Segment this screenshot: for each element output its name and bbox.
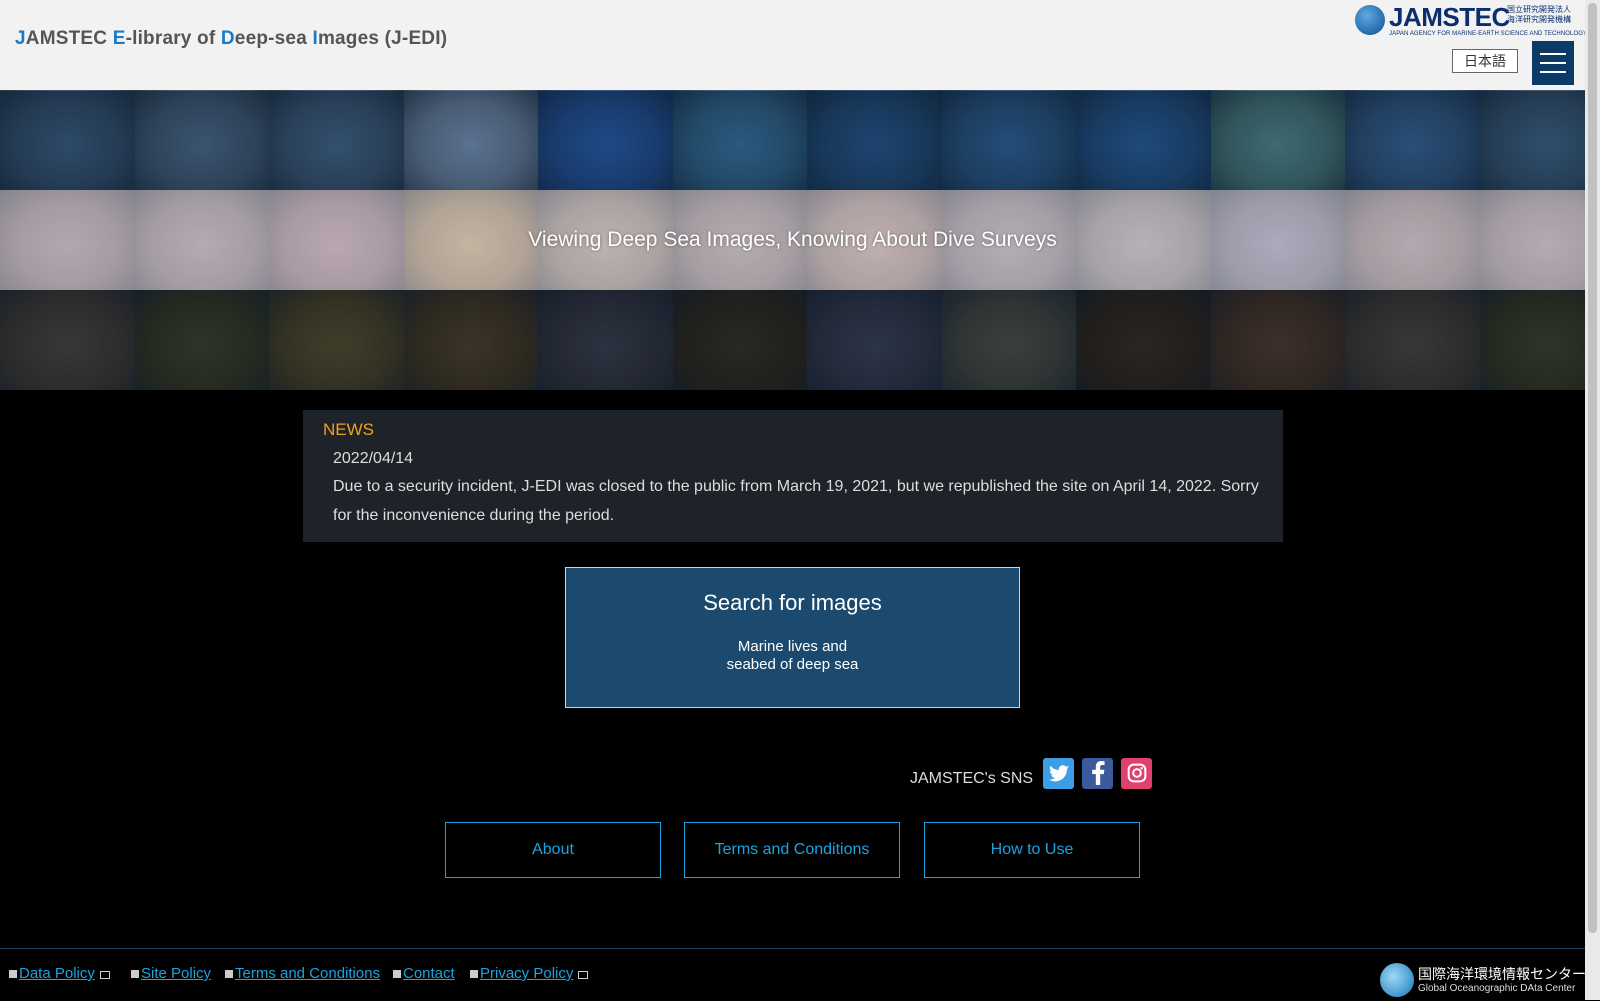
jamstec-logo-sub: JAPAN AGENCY FOR MARINE-EARTH SCIENCE AN… <box>1389 31 1588 37</box>
jamstec-logo-jp: 国立研究開発法人 海洋研究開発機構 <box>1507 5 1571 24</box>
instagram-icon[interactable] <box>1121 757 1153 789</box>
hero-image-tile <box>538 290 673 390</box>
site-title-part: eep-sea <box>234 28 313 49</box>
hero-image-tile <box>269 90 404 190</box>
hamburger-menu-icon <box>1540 53 1566 55</box>
site-title-part: D <box>220 28 235 49</box>
sns-label: JAMSTEC's SNS <box>910 770 1034 787</box>
about-button[interactable]: About <box>445 822 661 878</box>
scrollbar-thumb[interactable] <box>1588 3 1597 933</box>
hero-image-tile <box>672 290 807 390</box>
footer-link-label[interactable]: Terms and Conditions <box>235 965 380 982</box>
footer-link-label[interactable]: Site Policy <box>141 965 211 982</box>
site-title-part: AMSTEC <box>25 28 113 49</box>
footer-link-privacy-policy[interactable]: Privacy Policy <box>470 965 589 982</box>
page-scrollbar[interactable] <box>1585 0 1600 1000</box>
hero-image-tile <box>269 290 404 390</box>
hero-image-tile <box>941 290 1076 390</box>
godac-logo-en: Global Oceanographic DAta Center <box>1418 983 1576 994</box>
hero-image-tile <box>0 90 135 190</box>
search-images-subtitle: Marine lives and seabed of deep sea <box>726 638 859 673</box>
hamburger-menu-icon <box>1540 71 1566 73</box>
site-title-part: J <box>15 28 26 49</box>
bullet-square-icon <box>470 970 478 978</box>
bullet-square-icon <box>225 970 233 978</box>
jamstec-logo[interactable]: JAMSTEC 国立研究開発法人 海洋研究開発機構 JAPAN AGENCY F… <box>1355 2 1587 39</box>
hero-image-tile <box>1345 290 1480 390</box>
hero-image-tile <box>941 90 1076 190</box>
hero-image-tile <box>1076 90 1211 190</box>
site-title-part: mages (J-EDI) <box>317 28 448 49</box>
external-link-icon <box>99 971 110 979</box>
search-images-title: Search for images <box>703 590 882 615</box>
godac-logo[interactable]: 国際海洋環境情報センター Global Oceanographic DAta C… <box>1380 963 1586 999</box>
twitter-icon[interactable] <box>1043 757 1075 789</box>
footer-link-terms[interactable]: Terms and Conditions <box>225 965 380 982</box>
language-toggle-button[interactable]: 日本語 <box>1452 49 1518 73</box>
site-title[interactable]: JAMSTEC E-library of Deep-sea Images (J-… <box>15 28 447 50</box>
news-panel: NEWS 2022/04/14 Due to a security incide… <box>303 410 1283 542</box>
godac-logo-mark-icon <box>1380 963 1414 997</box>
footer-link-label[interactable]: Contact <box>403 965 455 982</box>
sns-bar: JAMSTEC's SNS <box>910 757 1160 789</box>
hero-banner: Viewing Deep Sea Images, Knowing About D… <box>0 90 1585 390</box>
footer-link-label[interactable]: Privacy Policy <box>480 965 573 982</box>
news-body: Due to a security incident, J-EDI was cl… <box>333 478 1259 524</box>
terms-and-conditions-button[interactable]: Terms and Conditions <box>684 822 900 878</box>
hero-image-tile <box>134 90 269 190</box>
hero-image-tile <box>672 90 807 190</box>
hero-image-tile <box>807 290 942 390</box>
bullet-square-icon <box>131 970 139 978</box>
hero-image-tile <box>1210 90 1345 190</box>
search-images-button[interactable]: Search for images Marine lives and seabe… <box>565 567 1020 708</box>
news-date: 2022/04/14 <box>333 450 414 467</box>
jamstec-logo-mark-icon <box>1355 5 1385 35</box>
external-link-icon <box>578 971 589 979</box>
footer-link-site-policy[interactable]: Site Policy <box>131 965 211 982</box>
news-heading: NEWS <box>323 420 374 439</box>
hamburger-menu-button[interactable] <box>1532 41 1574 85</box>
footer-link-contact[interactable]: Contact <box>393 965 455 982</box>
hero-image-tile <box>403 90 538 190</box>
hero-image-tile <box>403 290 538 390</box>
bullet-square-icon <box>393 970 401 978</box>
hero-image-tile <box>1479 290 1585 390</box>
footer-link-label[interactable]: Data Policy <box>19 965 95 982</box>
site-title-part: -library of <box>125 28 221 49</box>
facebook-icon[interactable] <box>1082 757 1114 789</box>
hero-image-tile <box>0 290 135 390</box>
site-footer: Data Policy Site Policy Terms and Condit… <box>0 948 1586 1001</box>
hero-image-tile <box>1479 90 1585 190</box>
hero-tagline: Viewing Deep Sea Images, Knowing About D… <box>528 228 1057 251</box>
hero-image-tile <box>807 90 942 190</box>
hero-image-tile <box>1345 90 1480 190</box>
hero-image-tile <box>1076 290 1211 390</box>
footer-link-data-policy[interactable]: Data Policy <box>9 965 110 982</box>
bullet-square-icon <box>9 970 17 978</box>
site-header: JAMSTEC E-library of Deep-sea Images (J-… <box>0 0 1587 91</box>
jamstec-logo-word: JAMSTEC <box>1389 2 1510 32</box>
how-to-use-button[interactable]: How to Use <box>924 822 1140 878</box>
hero-image-tile <box>538 90 673 190</box>
site-title-part: E <box>112 28 126 49</box>
godac-logo-jp: 国際海洋環境情報センター <box>1418 966 1586 982</box>
hamburger-menu-icon <box>1540 62 1566 64</box>
hero-image-tile <box>1210 290 1345 390</box>
hero-image-tile <box>134 290 269 390</box>
